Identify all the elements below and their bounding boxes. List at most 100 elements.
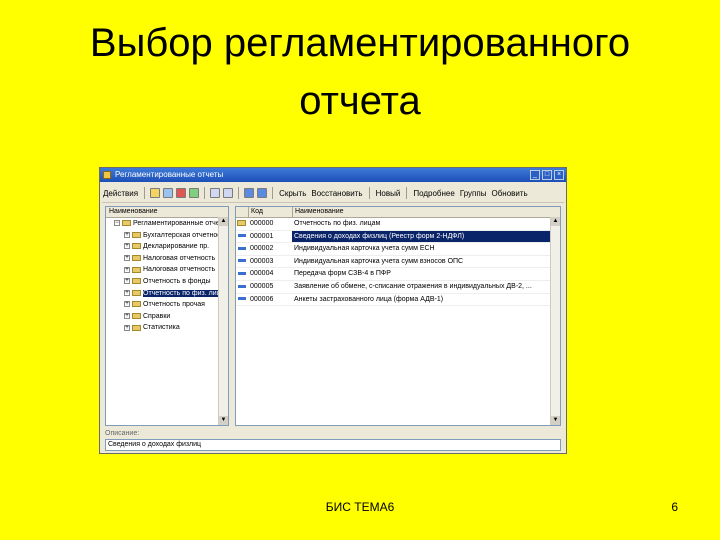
toolbar: Действия Скрыть Восстановить Новый Подро… (102, 184, 564, 203)
table-row[interactable]: 000001 Сведения о доходах физлиц (Реестр … (236, 230, 560, 244)
expand-icon[interactable]: + (124, 243, 130, 250)
expand-icon[interactable]: + (124, 254, 130, 261)
tree-header[interactable]: Наименование (106, 207, 228, 218)
tree-item[interactable]: + Налоговая отчетность (106, 253, 228, 265)
refresh-button[interactable]: Обновить (490, 189, 528, 198)
folder-icon (132, 254, 141, 261)
table-row[interactable]: 000003 Индивидуальная карточка учета сумм… (236, 256, 560, 269)
restore-button[interactable]: Восстановить (310, 189, 363, 198)
list-header: Код Наименование (236, 207, 560, 218)
report-icon (238, 297, 246, 301)
row-name: Индивидуальная карточка учета сумм взнос… (294, 257, 464, 265)
col-name-header[interactable]: Наименование (292, 207, 560, 217)
expand-icon[interactable]: + (124, 312, 130, 319)
details-button[interactable]: Подробнее (412, 189, 456, 198)
tree-item[interactable]: + Справки (106, 311, 228, 323)
toolbar-separator (272, 187, 274, 199)
tree-item[interactable]: + Статистика (106, 322, 228, 334)
tree-item[interactable]: + Отчетность прочая (106, 299, 228, 311)
scroll-up-icon[interactable]: ▲ (551, 217, 560, 226)
tree-item[interactable]: − Регламентированные отчеты (106, 218, 228, 230)
folder-icon (132, 278, 141, 285)
add-folder-icon[interactable] (150, 188, 161, 198)
row-name: Анкеты застрахованного лица (форма АДВ-1… (294, 295, 444, 303)
tree-item-label: Отчетность в фонды (143, 277, 211, 285)
list-scrollbar[interactable]: ▲ ▼ (550, 217, 560, 425)
arrow-down-icon[interactable] (257, 188, 268, 198)
tree-item-label: Налоговая отчетность (143, 254, 216, 262)
expand-icon[interactable]: + (124, 278, 130, 285)
row-code: 000001 (250, 232, 274, 240)
toolbar-separator (368, 187, 370, 199)
page-number: 6 (671, 500, 678, 514)
reports-window: Регламентированные отчеты _ □ × Действия… (99, 167, 567, 454)
description-field: Сведения о доходах физлиц (105, 439, 561, 451)
folder-icon (132, 289, 141, 296)
new-button[interactable]: Новый (375, 189, 402, 198)
col-code-header[interactable]: Код (248, 207, 292, 217)
tree-item[interactable]: + Отчетность в фонды (106, 276, 228, 288)
expand-icon[interactable]: + (124, 289, 130, 296)
tree-item-label: Отчетность по физ. лицам (143, 289, 229, 297)
collapse-icon[interactable]: − (114, 220, 120, 227)
slide-title-line2: отчета (299, 79, 421, 123)
row-code: 000000 (250, 220, 274, 227)
tree-icon[interactable] (210, 188, 221, 198)
scroll-down-icon[interactable]: ▼ (219, 416, 228, 425)
expand-icon[interactable]: + (124, 266, 130, 273)
folder-icon (132, 301, 141, 308)
report-tree[interactable]: Наименование − Регламентированные отчеты +… (105, 206, 229, 426)
delete-icon[interactable] (176, 188, 187, 198)
report-icon (238, 234, 246, 238)
actions-menu-button[interactable]: Действия (102, 189, 139, 198)
groups-button[interactable]: Группы (459, 189, 488, 198)
table-row[interactable]: 000005 Заявление об обмене, с-списание от… (236, 281, 560, 294)
minimize-button[interactable]: _ (530, 170, 540, 180)
expand-icon[interactable]: + (124, 231, 130, 238)
tree-item[interactable]: + Декларирование пр. (106, 241, 228, 253)
scroll-down-icon[interactable]: ▼ (551, 416, 560, 425)
hide-button[interactable]: Скрыть (278, 189, 307, 198)
table-row[interactable]: 000004 Передача форм СЗВ-4 в ПФР (236, 268, 560, 281)
arrow-up-icon[interactable] (244, 188, 255, 198)
app-icon (103, 171, 111, 179)
folder-icon (132, 312, 141, 319)
window-titlebar[interactable]: Регламентированные отчеты _ □ × (100, 168, 566, 182)
folder-icon (236, 220, 246, 227)
toolbar-separator (144, 187, 146, 199)
tree-item[interactable]: + Налоговая отчетность (106, 264, 228, 276)
tree-item[interactable]: + Бухгалтерская отчетность (106, 230, 228, 242)
table-row[interactable]: 000000 Отчетность по физ. лицам (236, 218, 560, 231)
row-name: Заявление об обмене, с-списание отражени… (294, 282, 532, 290)
tree-item-label: Статистика (143, 324, 180, 332)
folder-icon (132, 243, 141, 250)
folder-icon (132, 266, 141, 273)
maximize-button[interactable]: □ (542, 170, 552, 180)
scroll-up-icon[interactable]: ▲ (219, 217, 228, 226)
tree-item-label: Декларирование пр. (143, 243, 210, 251)
folder-icon (132, 324, 141, 331)
tree-scrollbar[interactable]: ▲ ▼ (218, 217, 228, 425)
report-icon (238, 259, 246, 263)
folder-icon (132, 231, 141, 238)
expand-icon[interactable]: + (124, 324, 130, 331)
expand-icon[interactable]: + (124, 301, 130, 308)
row-name: Передача форм СЗВ-4 в ПФР (294, 270, 391, 278)
list-icon[interactable] (223, 188, 234, 198)
tree-item-label: Отчетность прочая (143, 301, 205, 309)
tree-item[interactable]: + Отчетность по физ. лицам (106, 288, 228, 300)
report-icon (238, 284, 246, 288)
close-button[interactable]: × (554, 170, 564, 180)
row-name: Индивидуальная карточка учета сумм ЕСН (294, 245, 435, 253)
table-row[interactable]: 000006 Анкеты застрахованного лица (форма… (236, 294, 560, 307)
row-code: 000003 (250, 257, 274, 265)
report-list[interactable]: Код Наименование 000000 Отчетность по физ… (235, 206, 561, 426)
table-row[interactable]: 000002 Индивидуальная карточка учета сумм… (236, 243, 560, 256)
edit-icon[interactable] (189, 188, 200, 198)
row-code: 000006 (250, 295, 274, 303)
description-label: Описание: (105, 430, 140, 437)
row-name: Отчетность по физ. лицам (294, 220, 381, 227)
copy-icon[interactable] (163, 188, 174, 198)
tree-item-label: Регламентированные отчеты (133, 220, 228, 227)
row-code: 000004 (250, 270, 274, 278)
